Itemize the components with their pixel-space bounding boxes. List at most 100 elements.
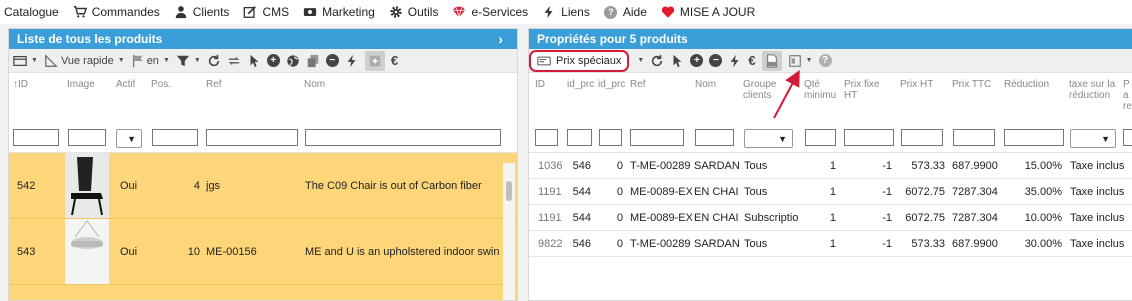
col-groupe-header[interactable]: Groupe clients: [743, 79, 776, 101]
filter-prix-ttc-input[interactable]: [953, 129, 995, 146]
menu-cms[interactable]: CMS: [243, 5, 289, 19]
columns-icon: [788, 54, 801, 67]
columns-button[interactable]: ▼: [788, 51, 813, 71]
vue-rapide-button[interactable]: Vue rapide ▼: [44, 51, 125, 71]
view-menu-button[interactable]: ▼: [13, 51, 38, 71]
menu-mise-a-jour[interactable]: MISE A JOUR: [661, 5, 755, 19]
col-reduction-header[interactable]: Réduction: [1004, 79, 1049, 90]
col-id-header[interactable]: ID: [535, 79, 545, 90]
prix-speciaux-dropdown[interactable]: ▼: [633, 51, 644, 71]
grid-add-button[interactable]: [364, 50, 385, 71]
duplicate-button[interactable]: [306, 51, 320, 71]
col-id-prc1-header[interactable]: id_prc: [567, 79, 597, 90]
remove-button[interactable]: −: [325, 51, 339, 71]
table-row[interactable]: 542 Oui 4 jgs The C09 Chair is out of Ca…: [9, 153, 517, 219]
filter-nom-input[interactable]: [305, 129, 501, 146]
col-actif-header[interactable]: Actif: [116, 79, 135, 90]
filter-ref-input[interactable]: [630, 129, 684, 146]
table-row[interactable]: 1191 544 0 ME-0089-EX EN CHAI Subscripti…: [529, 205, 1132, 231]
filter-pos-input[interactable]: [152, 129, 198, 146]
cell-pos: 4: [193, 179, 200, 192]
cell-taxe: Taxe inclus: [1070, 211, 1125, 224]
filter-p-input[interactable]: [1123, 129, 1132, 146]
select-button[interactable]: [670, 51, 684, 71]
col-taxe-header[interactable]: taxe sur la réduction: [1069, 79, 1125, 101]
filter-prix-ht-input[interactable]: [901, 129, 943, 146]
action-button[interactable]: [728, 51, 742, 71]
price-button[interactable]: €: [748, 51, 755, 71]
col-pos-header[interactable]: Pos.: [151, 79, 171, 90]
col-p-line1: P: [1123, 79, 1130, 90]
menu-eservices[interactable]: e-Services: [452, 5, 528, 19]
prix-speciaux-button[interactable]: Prix spéciaux: [529, 49, 630, 72]
menu-clients[interactable]: Clients: [174, 5, 229, 19]
cell-qte: 1: [829, 185, 836, 198]
filter-button[interactable]: ▼: [176, 51, 201, 71]
menu-catalogue-label: Catalogue: [4, 5, 59, 19]
col-prix-fixe-line1: Prix fixe: [844, 79, 880, 90]
col-prix-ttc-header[interactable]: Prix TTC: [952, 79, 991, 90]
filter-ref-input[interactable]: [206, 129, 298, 146]
col-p-header[interactable]: Pa re: [1123, 79, 1132, 112]
globe-button[interactable]: [286, 51, 300, 71]
menu-aide[interactable]: ? Aide: [604, 5, 647, 19]
table-row[interactable]: [9, 285, 517, 300]
table-row[interactable]: 1191 544 0 ME-0089-EX EN CHAI Tous 1 -1 …: [529, 179, 1132, 205]
sync-button[interactable]: [227, 51, 241, 71]
add-button[interactable]: +: [266, 51, 280, 71]
menu-commandes[interactable]: Commandes: [73, 5, 160, 19]
col-nom-header[interactable]: Nom: [695, 79, 716, 90]
add-button[interactable]: +: [690, 51, 704, 71]
chevron-down-icon: ▼: [637, 57, 645, 64]
filter-id-input[interactable]: [13, 129, 59, 146]
filter-taxe-select[interactable]: ▼: [1070, 129, 1116, 148]
plus-icon: +: [266, 54, 280, 67]
bolt-icon: [730, 54, 739, 67]
chevron-right-icon[interactable]: ›: [498, 31, 503, 47]
filter-prix-fixe-input[interactable]: [844, 129, 894, 146]
col-qte-header[interactable]: Qté minimu: [804, 79, 842, 101]
euro-icon: €: [390, 53, 399, 68]
table-row[interactable]: 1036 546 0 T-ME-00289 SARDAN Tous 1 -1 5…: [529, 153, 1132, 179]
col-p-line2: a: [1123, 90, 1129, 101]
refresh-button[interactable]: [207, 51, 221, 71]
products-scrollbar-thumb[interactable]: [506, 181, 512, 201]
price-button[interactable]: €: [391, 51, 398, 71]
filter-image-input[interactable]: [68, 129, 106, 146]
menu-liens[interactable]: Liens: [542, 5, 590, 19]
refresh-button[interactable]: [650, 51, 664, 71]
col-prix-ht-header[interactable]: Prix HT: [900, 79, 933, 90]
col-ref-header[interactable]: Ref: [206, 79, 222, 90]
filter-id-input[interactable]: [535, 129, 558, 146]
csv-export-button[interactable]: [761, 50, 782, 71]
col-prix-fixe-header[interactable]: Prix fixe HT: [844, 79, 880, 101]
remove-button[interactable]: −: [709, 51, 723, 71]
col-id-prc2-header[interactable]: id_prc: [598, 79, 628, 90]
select-button[interactable]: [247, 51, 261, 71]
menu-marketing[interactable]: Marketing: [303, 5, 375, 19]
cell-nom: SARDAN: [694, 237, 740, 250]
filter-id-prc2-input[interactable]: [599, 129, 622, 146]
cell-prix-ttc: 7287.304: [952, 211, 998, 224]
language-select[interactable]: en ▼: [131, 51, 170, 71]
col-image-header[interactable]: Image: [67, 79, 95, 90]
menu-catalogue[interactable]: Catalogue: [4, 5, 59, 19]
prices-grid-header: ID id_prc id_prc Ref Nom Groupe clients Q…: [529, 73, 1132, 123]
cursor-icon: [250, 54, 259, 67]
filter-nom-input[interactable]: [695, 129, 734, 146]
filter-actif-select[interactable]: ▼: [116, 129, 142, 148]
col-nom-header[interactable]: Nom: [304, 79, 325, 90]
menu-outils[interactable]: Outils: [389, 5, 438, 19]
table-row[interactable]: 9822 546 0 T-ME-00289 SARDAN Tous 1 -1 5…: [529, 231, 1132, 257]
action-button[interactable]: [345, 51, 359, 71]
filter-reduction-input[interactable]: [1004, 129, 1064, 146]
table-row[interactable]: 543 Oui 10 ME-00156 ME and U is an uphol…: [9, 219, 517, 285]
col-ref-header[interactable]: Ref: [630, 79, 646, 90]
filter-groupe-select[interactable]: ▼: [744, 129, 793, 148]
help-button[interactable]: ?: [818, 51, 832, 71]
col-taxe-line1: taxe sur la: [1069, 79, 1116, 90]
filter-qte-input[interactable]: [805, 129, 836, 146]
help-icon: ?: [818, 54, 832, 67]
col-id-header[interactable]: ↑ID: [13, 79, 28, 90]
filter-id-prc1-input[interactable]: [567, 129, 592, 146]
